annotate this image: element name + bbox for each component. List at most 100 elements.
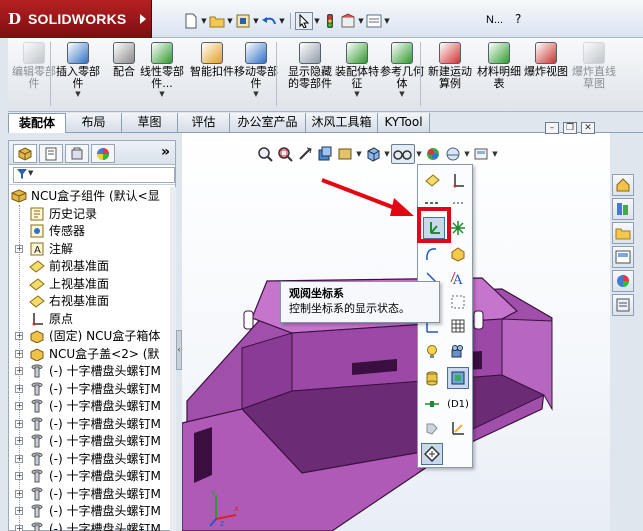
expand-toggle-icon[interactable]: + <box>15 524 23 531</box>
chevron-down-icon[interactable]: ▼ <box>415 150 423 158</box>
section-view-icon[interactable] <box>315 144 335 164</box>
chevron-down-icon[interactable]: ▼ <box>28 169 33 177</box>
ribbon-button-4[interactable]: 线性零部件... ▼ <box>138 42 186 98</box>
expand-toggle-icon[interactable]: + <box>15 507 23 515</box>
file-explorer-icon[interactable] <box>612 222 634 244</box>
view-sketch-dimensions-icon[interactable] <box>447 417 469 439</box>
tab-1[interactable]: 装配体 <box>8 113 66 133</box>
expand-toggle-icon[interactable]: + <box>15 454 23 463</box>
tab-3[interactable]: 草图 <box>122 113 178 132</box>
hide-show-items-icon[interactable] <box>391 144 415 164</box>
chevron-down-icon[interactable]: ▼ <box>383 150 391 158</box>
chevron-down-icon[interactable]: ▼ <box>355 150 363 158</box>
ribbon-button-13[interactable]: 爆炸直线草图 <box>570 42 618 90</box>
chevron-down-icon[interactable]: ▼ <box>378 90 426 98</box>
view-lights-icon[interactable] <box>421 341 443 363</box>
configuration-manager-tab-icon[interactable] <box>65 144 89 163</box>
view-axes-icon[interactable] <box>447 169 469 191</box>
tree-item[interactable]: + (固定) NCU盒子箱体 <box>9 327 169 345</box>
ribbon-button-10[interactable]: 新建运动算例 <box>426 42 474 90</box>
tree-item[interactable]: + (-) 十字槽盘头螺钉M <box>9 380 169 398</box>
ribbon-button-11[interactable]: 材料明细表 <box>475 42 523 90</box>
expand-toggle-icon[interactable]: + <box>15 332 23 340</box>
chevron-down-icon[interactable]: ▼ <box>226 12 234 30</box>
tree-item[interactable]: + (-) 十字槽盘头螺钉M <box>9 485 169 503</box>
chevron-down-icon[interactable]: ▼ <box>278 12 286 30</box>
tab-4[interactable]: 评估 <box>178 113 230 132</box>
filter-input[interactable]: ▼ <box>13 167 175 183</box>
appearances-icon[interactable] <box>612 270 634 292</box>
expand-toggle-icon[interactable]: + <box>15 489 23 498</box>
tree-item[interactable]: + (-) 十字槽盘头螺钉M <box>9 467 169 485</box>
view-planes-icon[interactable] <box>421 169 443 191</box>
expand-toggle-icon[interactable]: + <box>15 437 23 445</box>
view-settings-icon[interactable] <box>471 144 491 164</box>
ribbon-button-2[interactable]: 插入零部件 ▼ <box>54 42 102 98</box>
edit-appearance-icon[interactable] <box>423 144 443 164</box>
panel-more-button[interactable]: » <box>161 144 170 160</box>
view-weld-beads-icon[interactable] <box>421 417 443 439</box>
view-dimension-names-icon[interactable] <box>421 393 443 415</box>
apply-scene-icon[interactable] <box>443 144 463 164</box>
zoom-to-area-icon[interactable] <box>275 144 295 164</box>
tree-item[interactable]: NCU盒子组件 (默认<显 <box>9 187 169 205</box>
custom-properties-icon[interactable] <box>612 294 634 316</box>
chevron-down-icon[interactable]: ▼ <box>333 90 381 98</box>
property-manager-tab-icon[interactable] <box>39 144 63 163</box>
close-icon[interactable]: ✕ <box>581 122 595 134</box>
tree-item[interactable]: + (-) 十字槽盘头螺钉M <box>9 502 169 520</box>
view-annotations-icon[interactable]: A <box>447 267 469 289</box>
print-icon[interactable] <box>234 12 252 30</box>
expand-toggle-icon[interactable]: + <box>15 402 23 410</box>
minimize-icon[interactable]: – <box>545 122 559 134</box>
view-all-types-icon[interactable] <box>421 443 443 465</box>
new-document-icon[interactable] <box>182 12 200 30</box>
view-decals-icon[interactable] <box>421 367 443 389</box>
expand-toggle-icon[interactable]: + <box>15 367 23 375</box>
d1-label[interactable]: (D1) <box>447 393 469 415</box>
tree-item[interactable]: + A 注解 <box>9 240 169 258</box>
ribbon-button-9[interactable]: 参考几何体 ▼ <box>378 42 426 98</box>
tab-2[interactable]: 布局 <box>66 113 122 132</box>
tree-item[interactable]: 传感器 <box>9 222 169 240</box>
ribbon-button-12[interactable]: 爆炸视图 <box>522 42 570 78</box>
tree-item[interactable]: + (-) 十字槽盘头螺钉M <box>9 415 169 433</box>
tree-item[interactable]: 右视基准面 <box>9 292 169 310</box>
view-curves-icon[interactable] <box>421 243 443 265</box>
chevron-down-icon[interactable]: ▼ <box>252 12 260 30</box>
expand-toggle-icon[interactable]: + <box>15 244 23 253</box>
view-orientation-icon[interactable] <box>363 144 383 164</box>
tree-item[interactable]: + NCU盒子盖<2> (默 <box>9 345 169 363</box>
chevron-down-icon[interactable]: ▼ <box>491 150 499 158</box>
chevron-down-icon[interactable]: ▼ <box>357 12 365 30</box>
tab-7[interactable]: KYTool <box>378 113 430 132</box>
dynamic-annotation-icon[interactable] <box>335 144 355 164</box>
view-cameras-icon[interactable] <box>447 341 469 363</box>
design-library-icon[interactable] <box>612 198 634 220</box>
chevron-down-icon[interactable]: ▼ <box>138 90 186 98</box>
chevron-down-icon[interactable]: ▼ <box>232 90 280 98</box>
tab-6[interactable]: 沐风工具箱 <box>306 113 378 132</box>
ribbon-button-5[interactable]: 智能扣件 <box>188 42 236 78</box>
tree-item[interactable]: + (-) 十字槽盘头螺钉M <box>9 520 169 531</box>
traffic-light-icon[interactable] <box>321 12 339 30</box>
expand-toggle-icon[interactable]: + <box>15 472 23 480</box>
view-grid-icon[interactable] <box>447 315 469 337</box>
tab-5[interactable]: 办公室产品 <box>230 113 306 132</box>
chevron-down-icon[interactable]: ▼ <box>383 12 391 30</box>
chevron-down-icon[interactable]: ▼ <box>313 12 321 30</box>
solidworks-resources-icon[interactable] <box>612 174 634 196</box>
display-manager-tab-icon[interactable] <box>91 144 115 163</box>
tree-item[interactable]: + (-) 十字槽盘头螺钉M <box>9 362 169 380</box>
expand-toggle-icon[interactable]: + <box>15 349 23 358</box>
help-button[interactable]: ? <box>515 12 521 26</box>
tree-item[interactable]: 前视基准面 <box>9 257 169 275</box>
view-palette-icon[interactable] <box>612 246 634 268</box>
chevron-down-icon[interactable]: ▼ <box>463 150 471 158</box>
view-routing-points-icon[interactable] <box>447 243 469 265</box>
chevron-down-icon[interactable]: ▼ <box>200 12 208 30</box>
open-folder-icon[interactable] <box>208 12 226 30</box>
restore-icon[interactable]: ❐ <box>563 122 577 134</box>
expand-toggle-icon[interactable]: + <box>15 384 23 393</box>
tree-item[interactable]: + (-) 十字槽盘头螺钉M <box>9 450 169 468</box>
